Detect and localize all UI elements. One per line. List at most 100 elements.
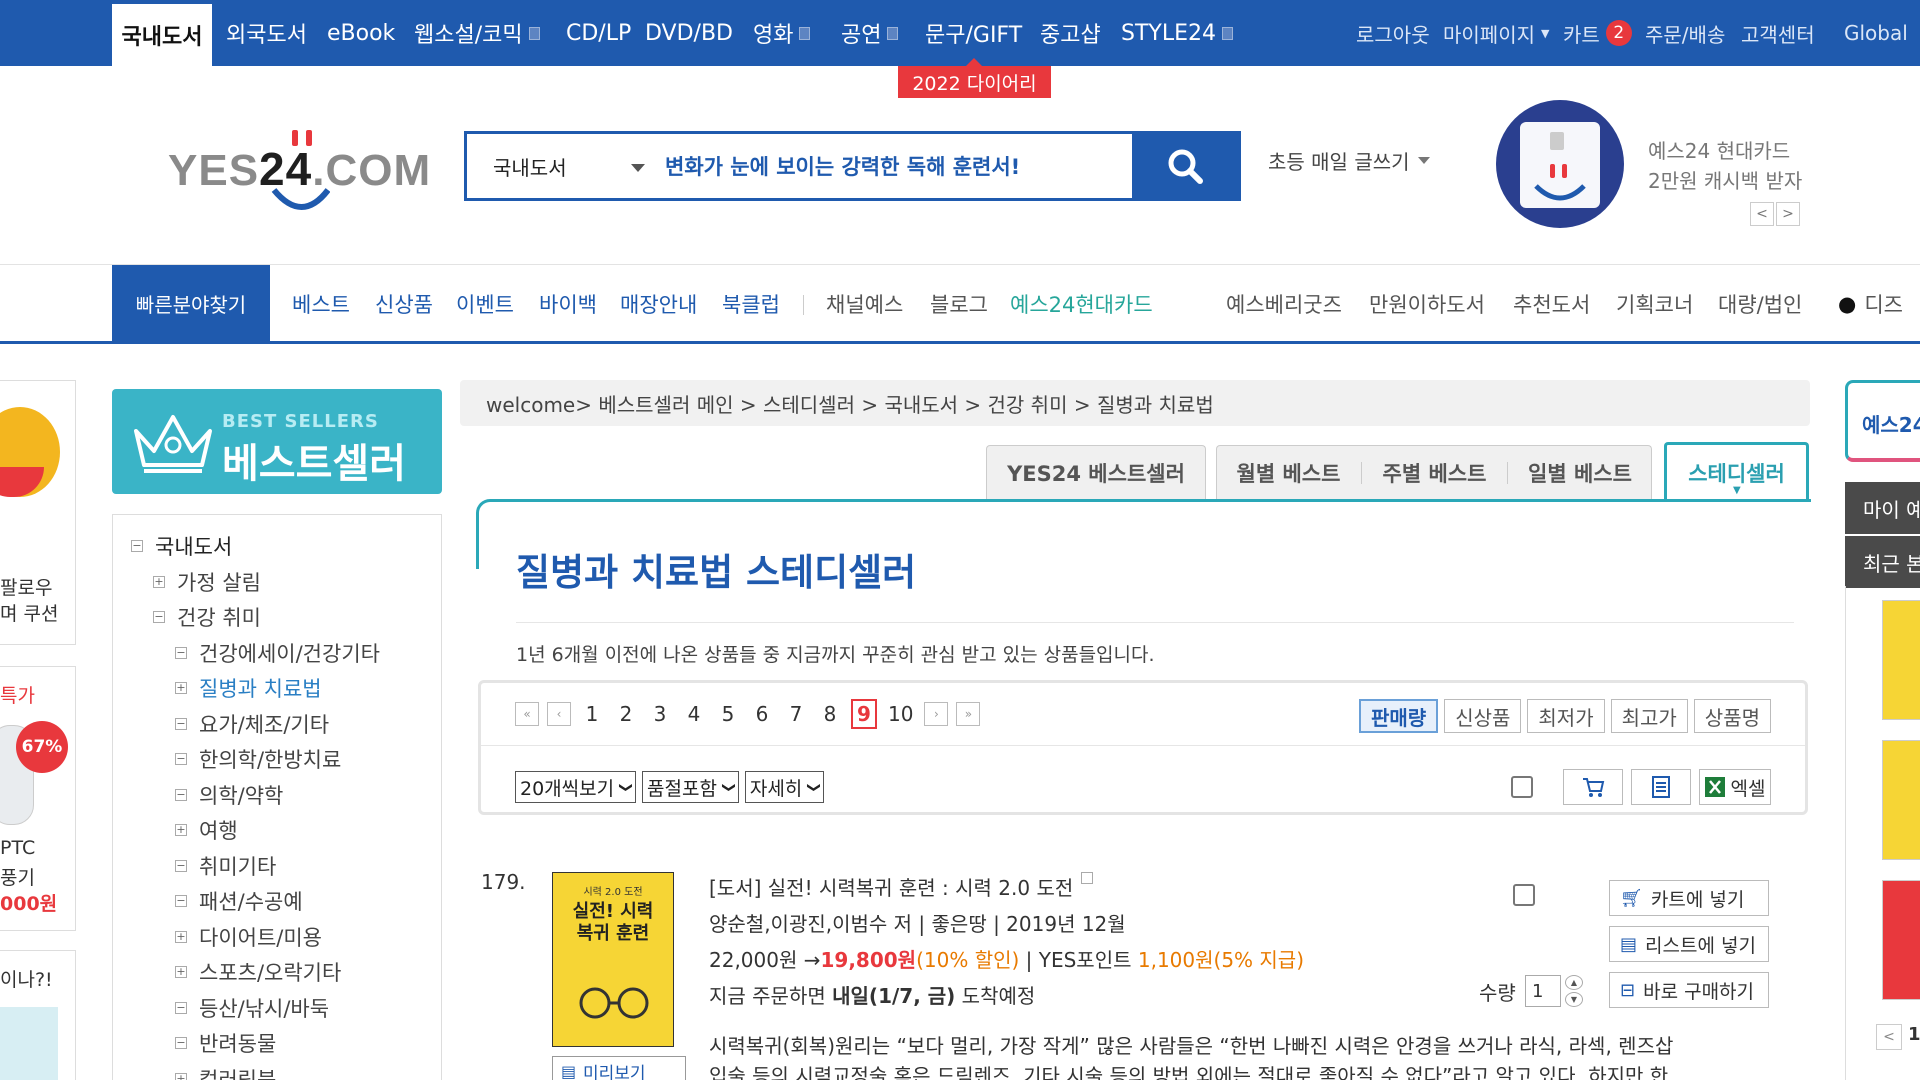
collapse-icon[interactable]: − bbox=[175, 717, 187, 730]
search-button[interactable] bbox=[1132, 134, 1238, 198]
mypage-link[interactable]: 마이페이지 ▼ bbox=[1443, 0, 1549, 66]
keyword-dropdown[interactable]: 초등 매일 글쓰기 bbox=[1268, 146, 1430, 175]
nav-event[interactable]: 이벤트 bbox=[456, 265, 514, 342]
topnav-cat-cdlp[interactable]: CD/LP bbox=[566, 0, 631, 66]
view-mode-select[interactable]: 자세히 bbox=[744, 771, 825, 803]
nav-channel-yes[interactable]: 채널예스 bbox=[826, 265, 903, 342]
tree-node[interactable]: − 등산/낚시/바둑 bbox=[175, 993, 329, 1023]
tab-weekly-best[interactable]: 주별 베스트 bbox=[1362, 445, 1507, 500]
logout-link[interactable]: 로그아웃 bbox=[1356, 0, 1430, 66]
nav-blog[interactable]: 블로그 bbox=[930, 265, 988, 342]
diary-promo-badge[interactable]: 2022 다이어리 bbox=[898, 58, 1051, 98]
product-select-checkbox[interactable] bbox=[1513, 884, 1535, 906]
tree-node[interactable]: + 스포츠/오락기타 bbox=[175, 957, 341, 987]
left-ad-deal[interactable]: 특가 67% PTC 풍기 000원 bbox=[0, 666, 76, 931]
quick-category-button[interactable]: 빠른분야찾기 bbox=[112, 265, 270, 342]
tree-node[interactable]: − 한의학/한방치료 bbox=[175, 744, 341, 774]
nav-bookclub[interactable]: 북클럽 bbox=[722, 265, 780, 342]
tree-node[interactable]: + 여행 bbox=[175, 815, 238, 845]
increment-icon[interactable]: ▲ bbox=[1565, 975, 1583, 990]
decrement-icon[interactable]: ▼ bbox=[1565, 992, 1583, 1007]
sort-name[interactable]: 상품명 bbox=[1693, 699, 1771, 733]
topnav-cat-ebook[interactable]: eBook bbox=[327, 0, 395, 66]
nav-verygoods[interactable]: 예스베리굿즈 bbox=[1226, 265, 1342, 342]
tab-daily-best[interactable]: 일별 베스트 bbox=[1508, 445, 1652, 500]
tree-node[interactable]: − 국내도서 bbox=[131, 531, 232, 561]
left-ad-third[interactable]: 이나?! bbox=[0, 950, 76, 1080]
collapse-icon[interactable]: − bbox=[175, 1037, 187, 1049]
expand-icon[interactable]: + bbox=[153, 575, 165, 588]
preview-button[interactable]: ▤ 미리보기 bbox=[552, 1056, 686, 1080]
tree-node[interactable]: + 질병과 치료법 bbox=[175, 673, 322, 703]
collapse-icon[interactable]: − bbox=[175, 753, 187, 765]
search-input[interactable] bbox=[657, 134, 1132, 198]
topnav-cat-webnovel[interactable]: 웹소설/코믹 bbox=[414, 0, 540, 66]
tree-node[interactable]: + 가정 살림 bbox=[153, 567, 261, 597]
page-link[interactable]: 2 bbox=[613, 699, 639, 729]
collapse-icon[interactable]: − bbox=[153, 611, 165, 623]
card-ad-text[interactable]: 예스24 현대카드 2만원 캐시백 받자 bbox=[1648, 136, 1802, 196]
current-page[interactable]: 9 bbox=[851, 699, 877, 729]
chevron-left-icon[interactable]: < bbox=[1876, 1024, 1902, 1050]
cart-link[interactable]: 카트 2 bbox=[1563, 0, 1632, 66]
tree-node[interactable]: − 패션/수공예 bbox=[175, 886, 303, 916]
add-to-cart-button[interactable]: 🛒︎ 카트에 넣기 bbox=[1609, 880, 1769, 916]
quantity-input[interactable]: 1 bbox=[1525, 975, 1561, 1007]
nav-under-10k[interactable]: 만원이하도서 bbox=[1369, 265, 1485, 342]
nav-special-corner[interactable]: 기획코너 bbox=[1616, 265, 1693, 342]
chevron-right-icon[interactable]: > bbox=[1776, 202, 1800, 226]
customer-center-link[interactable]: 고객센터 bbox=[1741, 0, 1815, 66]
sort-lowest-price[interactable]: 최저가 bbox=[1527, 699, 1605, 733]
page-size-select[interactable]: 20개씩보기 bbox=[515, 771, 637, 803]
collapse-icon[interactable]: − bbox=[175, 895, 187, 907]
tree-node[interactable]: − 의학/약학 bbox=[175, 780, 283, 810]
topnav-cat-domestic[interactable]: 국내도서 bbox=[112, 0, 212, 66]
tree-node[interactable]: + 다이어트/미용 bbox=[175, 922, 322, 952]
topnav-cat-stationery[interactable]: 문구/GIFT bbox=[925, 0, 1022, 66]
product-cover-image[interactable]: 시력 2.0 도전 실전! 시력복귀 훈련 bbox=[552, 872, 674, 1047]
chevron-left-icon[interactable]: < bbox=[1750, 202, 1774, 226]
select-all-checkbox[interactable] bbox=[1511, 776, 1533, 798]
tab-monthly-best[interactable]: 월별 베스트 bbox=[1216, 445, 1361, 500]
recent-book-thumbnail[interactable] bbox=[1882, 740, 1920, 860]
topnav-cat-foreign[interactable]: 외국도서 bbox=[226, 0, 307, 66]
nav-recommended[interactable]: 추천도서 bbox=[1513, 265, 1590, 342]
collapse-icon[interactable]: − bbox=[175, 646, 187, 659]
recent-book-thumbnail[interactable] bbox=[1882, 600, 1920, 720]
sort-sales[interactable]: 판매량 bbox=[1358, 699, 1439, 733]
topnav-cat-dvdbd[interactable]: DVD/BD bbox=[645, 0, 733, 66]
page-link[interactable]: 5 bbox=[715, 699, 741, 729]
expand-icon[interactable]: + bbox=[175, 966, 187, 978]
sort-new[interactable]: 신상품 bbox=[1444, 699, 1522, 733]
collapse-icon[interactable]: − bbox=[131, 540, 143, 552]
nav-disney[interactable]: ● 디즈 bbox=[1838, 265, 1903, 342]
page-link[interactable]: 1 bbox=[579, 699, 605, 729]
product-title[interactable]: [도서] 실전! 시력복귀 훈련 : 시력 2.0 도전 bbox=[709, 872, 1094, 901]
sort-highest-price[interactable]: 최고가 bbox=[1610, 699, 1688, 733]
collapse-icon[interactable]: − bbox=[175, 859, 187, 872]
collapse-icon[interactable]: − bbox=[175, 788, 187, 801]
page-link[interactable]: 8 bbox=[817, 699, 843, 729]
order-delivery-link[interactable]: 주문/배송 bbox=[1645, 0, 1725, 66]
site-logo[interactable]: YES24.COM bbox=[168, 120, 430, 220]
soldout-filter-select[interactable]: 품절포함 bbox=[642, 771, 739, 803]
expand-icon[interactable]: + bbox=[175, 1072, 187, 1080]
topnav-cat-show[interactable]: 공연 bbox=[841, 0, 899, 66]
expand-icon[interactable]: + bbox=[175, 824, 187, 836]
nav-best[interactable]: 베스트 bbox=[292, 265, 350, 342]
bulk-cart-button[interactable] bbox=[1563, 769, 1623, 805]
card-ad-image[interactable] bbox=[1496, 100, 1624, 228]
recently-viewed-link[interactable]: 최근 본 bbox=[1845, 536, 1920, 588]
nav-buyback[interactable]: 바이백 bbox=[539, 265, 597, 342]
last-page-icon[interactable]: » bbox=[956, 702, 981, 726]
tree-node[interactable]: − 반려동물 bbox=[175, 1028, 276, 1058]
expand-icon[interactable]: + bbox=[175, 682, 187, 694]
nav-hyundai-card[interactable]: 예스24현대카드 bbox=[1010, 265, 1153, 342]
tree-node[interactable]: − 건강 취미 bbox=[153, 602, 261, 632]
topnav-cat-used[interactable]: 중고샵 bbox=[1040, 0, 1101, 66]
page-link[interactable]: 10 bbox=[885, 699, 916, 729]
global-link[interactable]: Global bbox=[1844, 0, 1908, 66]
tab-yes24-best[interactable]: YES24 베스트셀러 bbox=[986, 445, 1206, 500]
tree-node[interactable]: + 컬러링북 bbox=[175, 1064, 276, 1080]
right-promo-box[interactable]: 예스24 bbox=[1845, 380, 1920, 462]
